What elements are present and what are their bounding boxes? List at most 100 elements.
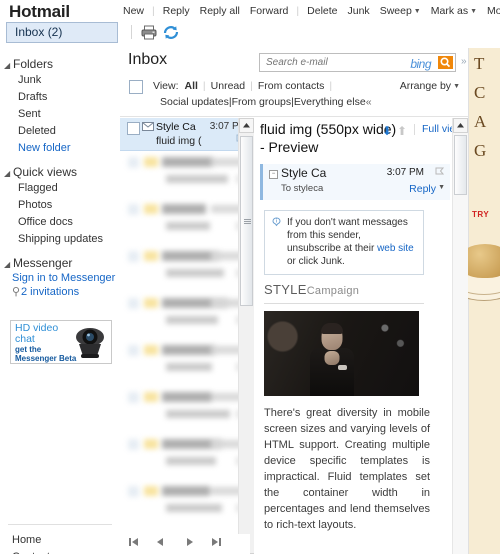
table-row[interactable] [120,339,253,386]
collapse-triangle-icon: ◢ [4,61,11,70]
scrollbar-grip [244,219,251,224]
arrow-down-icon[interactable]: ⬇ [382,124,392,138]
printer-icon[interactable] [140,24,158,41]
right-ad-banner[interactable]: TCAG TRY [468,48,500,554]
row-sender [162,157,214,167]
toolbar-item-forward[interactable]: Forward [245,5,294,17]
table-row[interactable] [120,245,253,292]
sidebar-item-junk[interactable]: Junk [0,71,120,88]
row-checkbox[interactable] [128,392,139,403]
row-sender [162,486,210,496]
row-checkbox[interactable] [127,122,140,135]
sidebar-item-sent[interactable]: Sent [0,105,120,122]
row-checkbox[interactable] [128,251,139,262]
toolbar-item-reply[interactable]: Reply [158,5,195,17]
row-subject [166,457,216,465]
sender-block: − Style Ca To styleca 3:07 PM Reply ▼ [260,164,450,200]
scrollbar-thumb[interactable] [240,136,253,306]
search-input[interactable] [264,56,388,69]
body-divider [264,303,424,304]
table-row[interactable]: Style Ca 3:07 PM fluid img ( [120,118,253,151]
sidebar-group-header[interactable]: ◢ Quick views [0,165,120,179]
message-list-scrollbar[interactable] [238,118,254,554]
toolbar-item-delete[interactable]: Delete [302,5,342,17]
sidebar-item-flagged[interactable]: Flagged [0,179,120,196]
message-list[interactable]: Style Ca 3:07 PM fluid img ( [120,118,254,554]
tab-inbox[interactable]: Inbox (2) [6,22,118,43]
sidebar-item-new-folder[interactable]: New folder [0,139,120,156]
messenger-promo-ad[interactable]: HD video chat get the Messenger Beta [10,320,112,364]
toolbar-item-new[interactable]: New [118,5,149,17]
sidebar-item-photos[interactable]: Photos [0,196,120,213]
row-checkbox[interactable] [128,345,139,356]
row-checkbox[interactable] [128,204,139,215]
table-row[interactable] [120,433,253,480]
caret-icon: ▼ [453,83,460,90]
sidebar-item-office-docs[interactable]: Office docs [0,213,120,230]
caret-icon: ▼ [413,8,421,15]
messenger-signin-link[interactable]: Sign in to Messenger [0,270,120,284]
filter-all[interactable]: All [182,80,201,92]
refresh-icon[interactable] [162,24,180,41]
sidebar-item-deleted[interactable]: Deleted [0,122,120,139]
page-first-icon[interactable] [128,537,140,547]
sidebar-item-drafts[interactable]: Drafts [0,88,120,105]
arrange-by-button[interactable]: Arrange by ▼ [400,80,460,92]
filter-row-secondary: Social updates|From groups|Everything el… [120,96,468,114]
chevron-double-down-icon[interactable]: » [461,56,467,67]
reading-scrollbar-thumb[interactable] [454,135,467,195]
table-row[interactable] [120,292,253,339]
page-last-icon[interactable] [210,537,222,547]
reading-scroll-up-icon[interactable] [453,118,468,133]
page-next-icon[interactable] [184,537,196,547]
row-checkbox[interactable] [128,439,139,450]
flag-icon[interactable] [435,167,444,177]
table-row[interactable] [120,151,253,198]
footer-link-home[interactable]: Home [8,531,112,548]
page-prev-icon[interactable] [154,537,166,547]
row-subject [166,222,210,230]
main-content: Inbox bing » View:All|Unread|From contac… [120,48,468,554]
select-all-checkbox[interactable] [129,80,143,94]
row-checkbox[interactable] [128,157,139,168]
filter-unread[interactable]: Unread [208,80,248,92]
arrow-up-icon[interactable]: ⬆ [397,124,407,138]
category-from-groups[interactable]: From groups [232,96,292,108]
search-box[interactable]: bing [259,53,456,72]
row-checkbox[interactable] [128,298,139,309]
table-row[interactable] [120,480,253,527]
chevron-double-left-icon[interactable]: « [366,96,372,108]
expand-box-icon[interactable]: − [269,170,278,179]
filter-from-contacts[interactable]: From contacts [255,80,328,92]
category-everything-else[interactable]: Everything else [294,96,366,108]
hotmail-app: Hotmail New | Reply Reply all Forward | Delete… [0,0,500,554]
toolbar-item-reply-all[interactable]: Reply all [195,5,245,17]
sidebar-item-shipping-updates[interactable]: Shipping updates [0,230,120,247]
toolbar-item-sweep[interactable]: Sweep ▼ [375,5,426,17]
table-row[interactable] [120,198,253,245]
sidebar-group-header[interactable]: ◢ Messenger [0,256,120,270]
collapse-triangle-icon: ◢ [4,260,11,269]
reply-caret-icon[interactable]: ▼ [438,184,445,191]
toolbar-item-mark-as[interactable]: Mark as ▼ [426,5,482,17]
reading-pane-scrollbar[interactable] [452,118,468,554]
search-icon[interactable] [438,56,453,69]
row-checkbox[interactable] [128,486,139,497]
footer-link-contacts[interactable]: Contacts [8,548,112,554]
filter-separator: | [250,80,253,92]
category-social-updates[interactable]: Social updates [160,96,229,108]
row-sender [162,392,212,402]
messenger-invitations-link[interactable]: ⚲2 invitations [0,284,120,298]
messenger-invitations-label: 2 invitations [21,286,80,298]
table-row[interactable] [120,386,253,433]
toolbar-item-move-to[interactable]: Move to▼ [482,5,500,17]
scroll-up-icon[interactable] [239,118,254,133]
row-subject [166,316,218,324]
reply-button[interactable]: Reply [409,183,436,195]
toolbar-item-junk[interactable]: Junk [343,5,375,17]
sidebar-group-header[interactable]: ◢ Folders [0,57,120,71]
website-link[interactable]: web site [377,243,414,254]
svg-text:i: i [276,219,277,225]
ad-headline: HD video chat [15,323,58,345]
header-divider [120,116,468,117]
